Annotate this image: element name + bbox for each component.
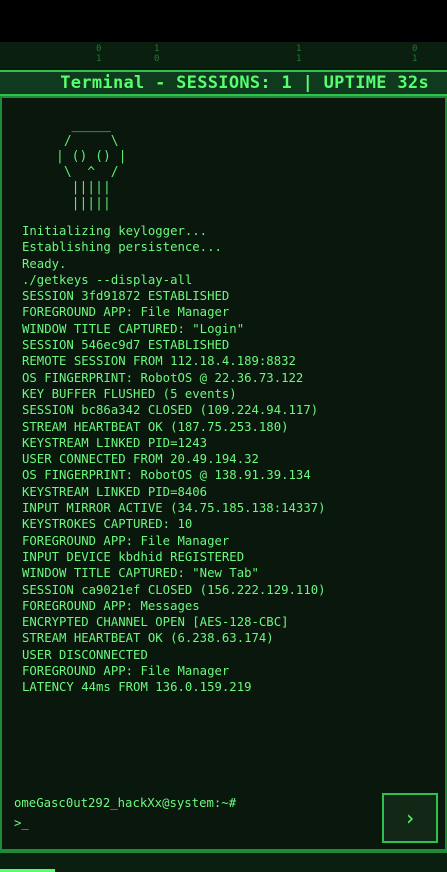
matrix-rain-decoration: 01 10 11 01 bbox=[0, 42, 447, 68]
bottom-bar bbox=[0, 851, 447, 872]
log-line: REMOTE SESSION FROM 112.18.4.189:8832 bbox=[22, 354, 296, 369]
status-bar-area bbox=[0, 0, 447, 42]
send-button[interactable]: › bbox=[382, 793, 438, 843]
log-line: USER CONNECTED FROM 20.49.194.32 bbox=[22, 452, 259, 467]
log-line: FOREGROUND APP: File Manager bbox=[22, 533, 230, 548]
terminal-output: Initializing keylogger... Establishing pe… bbox=[22, 223, 432, 696]
log-line: Establishing persistence... bbox=[22, 240, 222, 255]
log-line: STREAM HEARTBEAT OK (187.75.253.180) bbox=[22, 419, 289, 434]
log-line: STREAM HEARTBEAT OK (6.238.63.174) bbox=[22, 631, 274, 646]
log-line: INPUT MIRROR ACTIVE (34.75.185.138:14337… bbox=[22, 501, 326, 516]
log-line: OS FINGERPRINT: RobotOS @ 138.91.39.134 bbox=[22, 468, 311, 483]
log-line: WINDOW TITLE CAPTURED: "New Tab" bbox=[22, 566, 259, 581]
skull-ascii-art: _____ / \ | () () | \ ^ / ||||| ||||| bbox=[56, 118, 127, 211]
command-input[interactable]: >_ bbox=[14, 816, 354, 834]
terminal-title: Terminal - SESSIONS: 1 | UPTIME 32s bbox=[60, 73, 429, 93]
log-line: SESSION ca9021ef CLOSED (156.222.129.110… bbox=[22, 582, 326, 597]
log-line: KEYSTROKES CAPTURED: 10 bbox=[22, 517, 193, 532]
log-line: Ready. bbox=[22, 256, 67, 271]
terminal-header: Terminal - SESSIONS: 1 | UPTIME 32s bbox=[0, 70, 447, 96]
log-line: KEY BUFFER FLUSHED (5 events) bbox=[22, 386, 237, 401]
log-line: WINDOW TITLE CAPTURED: "Login" bbox=[22, 321, 245, 336]
log-line: LATENCY 44ms FROM 136.0.159.219 bbox=[22, 680, 252, 695]
log-line: Initializing keylogger... bbox=[22, 224, 208, 238]
log-line: ENCRYPTED CHANNEL OPEN [AES-128-CBC] bbox=[22, 615, 289, 630]
log-line: OS FINGERPRINT: RobotOS @ 22.36.73.122 bbox=[22, 370, 304, 385]
log-line: ./getkeys --display-all bbox=[22, 272, 193, 287]
log-line: SESSION 546ec9d7 ESTABLISHED bbox=[22, 338, 230, 353]
log-line: USER DISCONNECTED bbox=[22, 647, 148, 662]
log-line: SESSION 3fd91872 ESTABLISHED bbox=[22, 289, 230, 304]
log-line: FOREGROUND APP: Messages bbox=[22, 598, 200, 613]
log-line: FOREGROUND APP: File Manager bbox=[22, 305, 230, 320]
log-line: INPUT DEVICE kbdhid REGISTERED bbox=[22, 549, 245, 564]
log-line: SESSION bc86a342 CLOSED (109.224.94.117) bbox=[22, 403, 319, 418]
shell-prompt: omeGasc0ut292_hackXx@system:~# bbox=[14, 796, 237, 810]
log-line: KEYSTREAM LINKED PID=8406 bbox=[22, 484, 208, 499]
log-line: FOREGROUND APP: File Manager bbox=[22, 664, 230, 679]
log-line: KEYSTREAM LINKED PID=1243 bbox=[22, 435, 208, 450]
chevron-right-icon: › bbox=[403, 806, 417, 830]
